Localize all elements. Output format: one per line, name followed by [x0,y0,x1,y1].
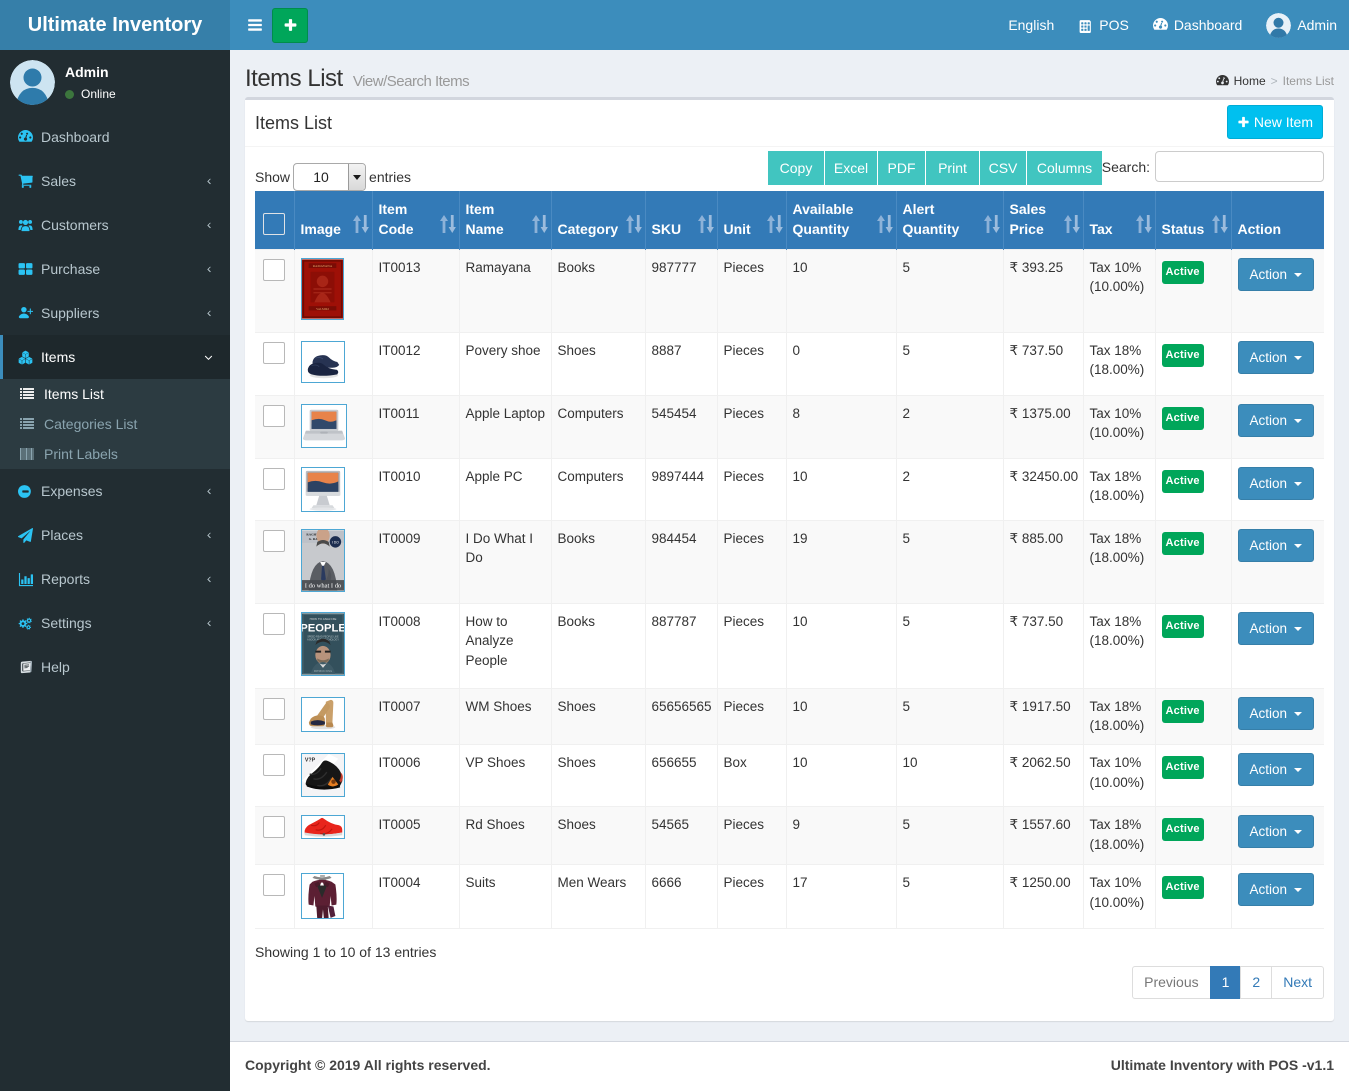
svg-text:HOW TO ANALYZE: HOW TO ANALYZE [309,617,336,621]
svg-text:V?P: V?P [304,758,315,764]
svg-text:I DO: I DO [332,540,339,544]
svg-text:PEOPLE: PEOPLE [301,622,345,634]
svg-text:PATRICK KING: PATRICK KING [313,669,331,673]
svg-text:RAMAYANA: RAMAYANA [312,264,332,268]
svg-text:I do what I do: I do what I do [304,582,340,589]
svg-text:VALMIKI: VALMIKI [316,307,329,311]
